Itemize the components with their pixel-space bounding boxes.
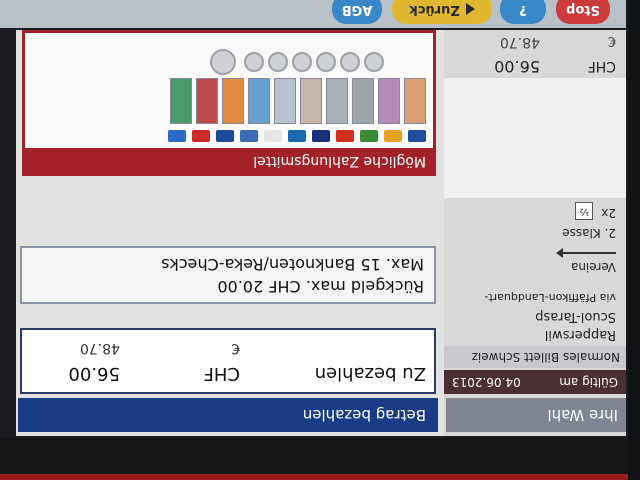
amount-due-chf-label: CHF [203, 363, 240, 384]
summary-box [444, 78, 626, 198]
banknote-icon [378, 78, 400, 124]
selection-header: Ihre Wahl [446, 398, 626, 432]
direction-arrow-icon [562, 252, 616, 254]
summary-chf-label: CHF [587, 58, 616, 74]
screen-bezel-side [628, 0, 640, 480]
amount-due-box [20, 328, 436, 394]
amount-due-chf-value: 56.00 [68, 363, 120, 384]
coin-icon [268, 52, 288, 72]
change-max-amount: Rückgeld max. CHF 20.00 [217, 277, 424, 296]
reka-card-icon [360, 130, 378, 142]
vpay-icon [168, 130, 186, 142]
banknote-icon [196, 78, 218, 124]
banknote-icon [326, 78, 348, 124]
cup-icon [192, 130, 210, 142]
banknote-icon [222, 78, 244, 124]
amount-due-eur-value: 48.70 [79, 340, 120, 356]
ticket-machine-screen: Ihre Wahl Gültig am 04.06.2013 Normales … [0, 0, 640, 480]
coin-icon [292, 52, 312, 72]
summary-chf-value: 56.00 [494, 57, 540, 76]
banknote-icon [248, 78, 270, 124]
half-fare-icon: ½ [575, 202, 594, 220]
ticket-type: Normales Billett Schweiz [444, 346, 626, 368]
back-label: Zurück [409, 2, 460, 17]
mastercard-icon [336, 130, 354, 142]
coin-icon [364, 52, 384, 72]
banknote-icon [170, 78, 192, 124]
route-from: Rapperswil [544, 327, 616, 342]
coin-icon [340, 52, 360, 72]
route-to: Scuol-Tarasp [535, 309, 616, 324]
coin-icon [244, 52, 264, 72]
summary-eur-value: 48.70 [499, 34, 540, 50]
banknote-icon [404, 78, 426, 124]
valid-date-row: Gültig am 04.06.2013 [444, 370, 626, 394]
banknote-icon [274, 78, 296, 124]
maestro-card-icon [408, 130, 426, 142]
change-max-notes: Max. 15 Banknoten/Reka-Checks [161, 255, 424, 274]
stop-button[interactable]: Stop [556, 0, 610, 24]
passenger-count: 2x ½ [575, 202, 616, 220]
visa-icon [312, 130, 330, 142]
payment-header: Betrag bezahlen [18, 398, 438, 432]
valid-label: Gültig am [559, 375, 618, 389]
postcard-icon [384, 130, 402, 142]
diners-icon [240, 130, 258, 142]
banknote-icon [300, 78, 322, 124]
jcb-icon [216, 130, 234, 142]
red-stripe [0, 474, 640, 480]
travel-class: 2. Klasse [562, 226, 616, 240]
summary-eur-label: € [607, 33, 616, 48]
route-via-end: Vereina [570, 260, 616, 274]
agb-button[interactable]: AGB [332, 0, 382, 24]
arrow-left-icon [465, 3, 475, 16]
coin-icon [316, 52, 336, 72]
route-via: via Pfäffikon-Landquart- [484, 291, 616, 304]
banknote-icon [352, 78, 374, 124]
amount-due-label: Zu bezahlen [314, 363, 426, 384]
back-button[interactable]: Zurück [392, 0, 492, 24]
amount-due-eur-label: € [231, 340, 240, 356]
valid-date: 04.06.2013 [452, 375, 521, 389]
amex-icon [288, 130, 306, 142]
coin-icon [210, 49, 236, 75]
help-button[interactable]: ? [500, 0, 546, 24]
passenger-count-text: 2x [601, 206, 616, 220]
payment-methods-header: Mögliche Zahlungsmittel [22, 148, 436, 174]
card-icon [264, 130, 282, 142]
